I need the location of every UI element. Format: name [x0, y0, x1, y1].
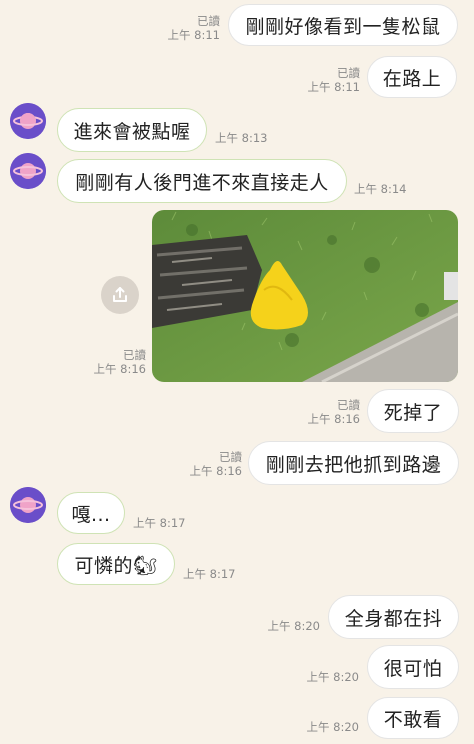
- share-icon: [113, 287, 127, 302]
- message-meta: 上午 8:20: [306, 720, 359, 734]
- message-bubble[interactable]: 剛剛有人後門進不來直接走人: [57, 159, 347, 203]
- message-text: 可憐的🐿: [74, 554, 158, 577]
- message-bubble[interactable]: 嘎...: [57, 492, 125, 534]
- photo-image: [152, 210, 458, 382]
- message-meta: 已讀 上午 8:11: [307, 66, 360, 94]
- message-bubble[interactable]: 全身都在抖: [328, 595, 459, 639]
- photo-message[interactable]: [152, 210, 458, 382]
- message-bubble[interactable]: 死掉了: [367, 389, 459, 433]
- message-text: 很可怕: [383, 657, 443, 680]
- message-meta: 上午 8:20: [306, 670, 359, 684]
- message-meta: 上午 8:13: [215, 131, 268, 145]
- message-bubble[interactable]: 剛剛好像看到一隻松鼠: [228, 4, 458, 46]
- planet-avatar-icon: [10, 153, 46, 189]
- contact-avatar[interactable]: [10, 153, 46, 189]
- message-bubble[interactable]: 可憐的🐿: [57, 543, 175, 585]
- share-button[interactable]: [101, 276, 139, 314]
- message-bubble[interactable]: 不敢看: [367, 697, 459, 739]
- message-meta: 上午 8:20: [267, 619, 320, 633]
- message-meta: 已讀 上午 8:11: [167, 14, 220, 42]
- message-bubble[interactable]: 很可怕: [367, 645, 459, 689]
- message-meta: 已讀 上午 8:16: [307, 398, 360, 426]
- message-text: 死掉了: [383, 401, 443, 424]
- message-meta: 上午 8:17: [183, 567, 236, 581]
- planet-avatar-icon: [10, 103, 46, 139]
- planet-avatar-icon: [10, 487, 46, 523]
- message-text: 在路上: [382, 67, 442, 90]
- message-bubble[interactable]: 進來會被點喔: [57, 108, 207, 152]
- chat-window: 已讀 上午 8:11 剛剛好像看到一隻松鼠 已讀 上午 8:11 在路上 進來會…: [0, 0, 474, 744]
- message-text: 進來會被點喔: [73, 120, 191, 143]
- message-text: 不敢看: [383, 708, 443, 731]
- message-bubble[interactable]: 剛剛去把他抓到路邊: [248, 441, 459, 485]
- message-bubble[interactable]: 在路上: [367, 56, 457, 98]
- message-meta: 已讀 上午 8:16: [93, 348, 146, 376]
- contact-avatar[interactable]: [10, 103, 46, 139]
- message-text: 全身都在抖: [344, 607, 443, 630]
- message-text: 嘎...: [71, 503, 111, 526]
- message-meta: 已讀 上午 8:16: [189, 450, 242, 478]
- message-meta: 上午 8:14: [354, 182, 407, 196]
- message-text: 剛剛好像看到一隻松鼠: [245, 15, 441, 38]
- message-text: 剛剛去把他抓到路邊: [265, 453, 442, 476]
- contact-avatar[interactable]: [10, 487, 46, 523]
- message-meta: 上午 8:17: [133, 516, 186, 530]
- message-text: 剛剛有人後門進不來直接走人: [75, 171, 329, 194]
